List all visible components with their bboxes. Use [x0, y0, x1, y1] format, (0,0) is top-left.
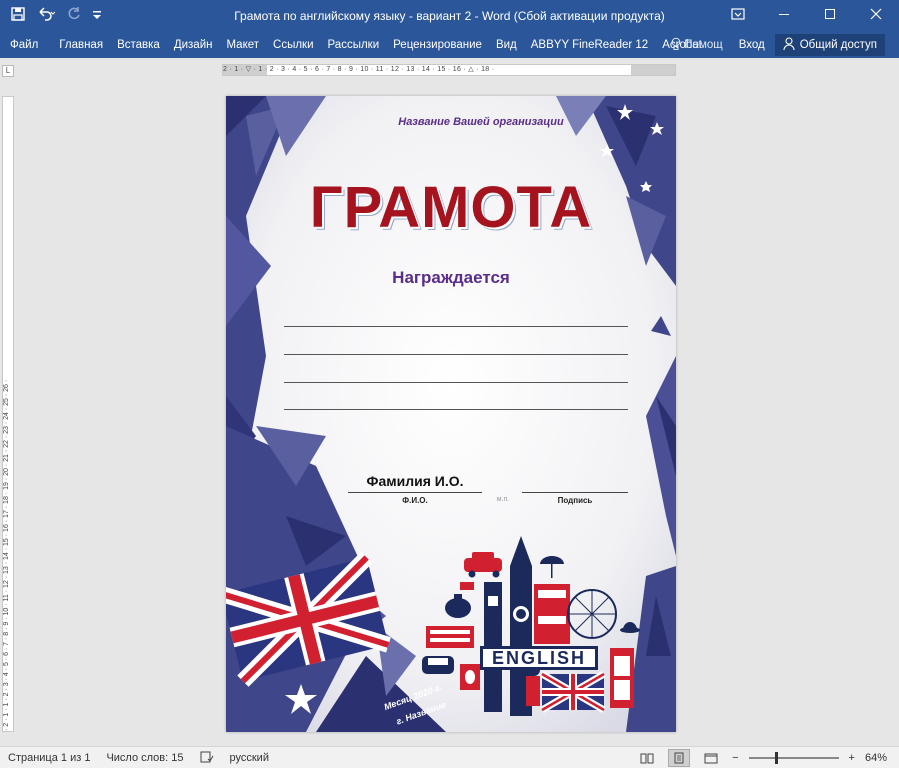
organization-name: Название Вашей организации: [398, 116, 564, 128]
ribbon: Файл Главная Вставка Дизайн Макет Ссылки…: [0, 32, 899, 58]
title-bar: Грамота по английскому языку - вариант 2…: [0, 0, 899, 32]
signature-caption: Подпись: [557, 496, 593, 505]
fio-caption: Ф.И.О.: [402, 496, 428, 505]
share-label: Общий доступ: [799, 39, 877, 51]
tab-view[interactable]: Вид: [489, 34, 524, 56]
tab-home[interactable]: Главная: [52, 34, 110, 56]
english-badge: ENGLISH: [480, 646, 598, 670]
tab-abbyy[interactable]: ABBYY FineReader 12: [524, 34, 655, 56]
tell-me-label: Помощ: [684, 39, 723, 51]
fill-line: [284, 409, 628, 410]
ribbon-display-icon[interactable]: [715, 0, 761, 32]
lightbulb-icon: [671, 37, 681, 54]
tab-layout[interactable]: Макет: [219, 34, 266, 56]
tab-insert[interactable]: Вставка: [110, 34, 167, 56]
print-layout-icon[interactable]: [668, 749, 691, 767]
ribbon-tabs: Файл Главная Вставка Дизайн Макет Ссылки…: [0, 32, 709, 58]
status-left: Страница 1 из 1 Число слов: 15 русский: [8, 747, 269, 768]
tab-design[interactable]: Дизайн: [167, 34, 220, 56]
fill-line: [284, 354, 628, 355]
sign-in-link[interactable]: Вход: [729, 39, 775, 51]
maximize-icon[interactable]: [807, 0, 853, 32]
document-page[interactable]: Название Вашей организации ГРАМОТА Награ…: [226, 96, 676, 732]
minimize-icon[interactable]: [761, 0, 807, 32]
status-right: − + 64%: [636, 747, 887, 768]
ribbon-right: Помощ Вход Общий доступ: [665, 32, 899, 58]
language-indicator[interactable]: русский: [230, 752, 269, 764]
signature-line: [522, 492, 628, 493]
page-count[interactable]: Страница 1 из 1: [8, 752, 90, 764]
recipient-name: Фамилия И.О.: [366, 473, 464, 489]
fill-line: [284, 382, 628, 383]
window-controls: [715, 0, 899, 32]
fio-line: [348, 492, 482, 493]
tab-references[interactable]: Ссылки: [266, 34, 321, 56]
vertical-ruler-scale: · 2 · 1 · 1 · 2 · 3 · 4 · 5 · 6 · 7 · 8 …: [3, 379, 10, 731]
tab-selector[interactable]: L: [2, 65, 14, 77]
seal-caption: м.п.: [496, 496, 510, 503]
horizontal-ruler-scale: 2 · 1 · ▽ · 1 · 2 · 3 · 4 · 5 · 6 · 7 · …: [223, 66, 495, 73]
web-layout-icon[interactable]: [700, 749, 722, 767]
tell-me-search[interactable]: Помощ: [665, 37, 728, 54]
share-button[interactable]: Общий доступ: [774, 34, 885, 56]
status-bar: Страница 1 из 1 Число слов: 15 русский −…: [0, 746, 899, 768]
certificate-title: ГРАМОТА: [309, 175, 593, 240]
tab-file[interactable]: Файл: [0, 34, 52, 56]
person-icon: [783, 36, 795, 54]
tab-mailings[interactable]: Рассылки: [321, 34, 387, 56]
horizontal-ruler[interactable]: 2 · 1 · ▽ · 1 · 2 · 3 · 4 · 5 · 6 · 7 · …: [222, 64, 676, 76]
proofing-icon[interactable]: [200, 751, 214, 766]
close-icon[interactable]: [853, 0, 899, 32]
zoom-slider[interactable]: [748, 752, 839, 764]
zoom-level[interactable]: 64%: [865, 752, 887, 764]
awarded-heading: Награждается: [392, 268, 510, 287]
read-mode-icon[interactable]: [636, 749, 658, 767]
zoom-slider-thumb[interactable]: [774, 752, 778, 764]
vertical-ruler[interactable]: · 2 · 1 · 1 · 2 · 3 · 4 · 5 · 6 · 7 · 8 …: [2, 96, 14, 732]
zoom-out-icon[interactable]: −: [732, 752, 738, 764]
zoom-in-icon[interactable]: +: [849, 752, 855, 764]
word-count[interactable]: Число слов: 15: [106, 752, 183, 764]
fill-line: [284, 326, 628, 327]
tab-review[interactable]: Рецензирование: [386, 34, 489, 56]
